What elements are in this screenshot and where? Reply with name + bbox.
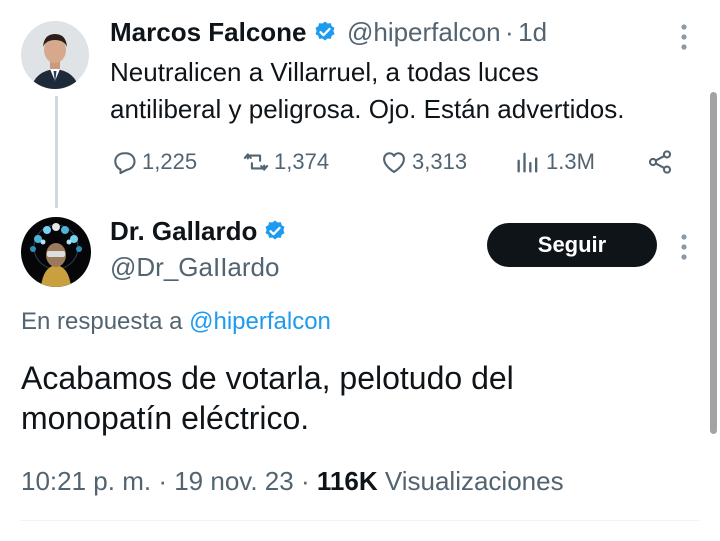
separator-dot: · bbox=[300, 466, 310, 496]
tweet-metadata: 10:21 p. m. · 19 nov. 23 · 116K Visualiz… bbox=[21, 466, 564, 497]
verified-badge-icon bbox=[265, 220, 285, 240]
more-vertical-icon bbox=[681, 234, 687, 260]
tweet-date[interactable]: 19 nov. 23 bbox=[174, 466, 294, 496]
avatar-dr-gallardo[interactable] bbox=[21, 217, 91, 287]
more-options-button[interactable] bbox=[674, 232, 694, 267]
views-button[interactable]: 1.3M bbox=[514, 147, 595, 177]
thread-connector-line bbox=[55, 96, 58, 208]
heart-icon bbox=[383, 152, 405, 173]
more-vertical-icon bbox=[681, 24, 687, 50]
retweet-count: 1,374 bbox=[274, 149, 330, 174]
like-count: 3,313 bbox=[412, 149, 468, 174]
share-icon bbox=[648, 150, 672, 174]
parent-tweet-text-line: antiliberal y peligrosa. Ojo. Están adve… bbox=[110, 94, 625, 124]
share-button[interactable] bbox=[646, 147, 674, 177]
author-name[interactable]: Marcos Falcone bbox=[110, 17, 307, 47]
replying-to-label: En respuesta a bbox=[21, 308, 183, 335]
view-count: 1.3M bbox=[546, 149, 595, 174]
parent-tweet-text-line: Neutralicen a Villarruel, a todas luces bbox=[110, 57, 539, 87]
parent-tweet-text: Neutralicen a Villarruel, a todas luces … bbox=[110, 54, 700, 128]
views-label: Visualizaciones bbox=[384, 466, 564, 496]
author-handle[interactable]: @hiperfalcon bbox=[347, 17, 501, 47]
retweet-button[interactable]: 1,374 bbox=[242, 147, 329, 177]
reply-icon bbox=[114, 152, 136, 175]
follow-button[interactable]: Seguir bbox=[487, 223, 657, 267]
separator-dot: · bbox=[158, 466, 167, 496]
parent-tweet-actions: 1,225 1,374 3,313 1.3M bbox=[110, 147, 690, 177]
main-tweet-header: Dr. Gallardo bbox=[110, 216, 287, 247]
views-count: 116K bbox=[316, 466, 378, 496]
replying-to: En respuesta a @hiperfalcon bbox=[21, 308, 331, 336]
verified-badge-icon bbox=[315, 21, 335, 41]
main-tweet-text-line: monopatín eléctrico. bbox=[21, 400, 310, 436]
scrollbar[interactable] bbox=[710, 92, 717, 434]
retweet-icon bbox=[243, 153, 269, 171]
views-icon bbox=[517, 152, 538, 173]
separator-dot: · bbox=[505, 17, 514, 47]
author-handle[interactable]: @Dr_GaIIardo bbox=[110, 252, 279, 283]
parent-tweet-header: Marcos Falcone @hiperfalcon · 1d bbox=[110, 17, 547, 48]
more-options-button[interactable] bbox=[674, 22, 694, 57]
avatar-marcos-falcone[interactable] bbox=[21, 21, 89, 89]
main-tweet-text: Acabamos de votarla, pelotudo del monopa… bbox=[21, 358, 661, 438]
tweet-time[interactable]: 10:21 p. m. bbox=[21, 466, 151, 496]
replying-to-handle-link[interactable]: @hiperfalcon bbox=[189, 308, 331, 335]
reply-count: 1,225 bbox=[142, 149, 198, 174]
main-tweet-text-line: Acabamos de votarla, pelotudo del bbox=[21, 360, 514, 396]
tweet-time[interactable]: 1d bbox=[518, 17, 547, 47]
like-button[interactable]: 3,313 bbox=[380, 147, 467, 177]
divider bbox=[21, 520, 699, 521]
reply-button[interactable]: 1,225 bbox=[110, 147, 197, 177]
author-name[interactable]: Dr. Gallardo bbox=[110, 216, 257, 246]
